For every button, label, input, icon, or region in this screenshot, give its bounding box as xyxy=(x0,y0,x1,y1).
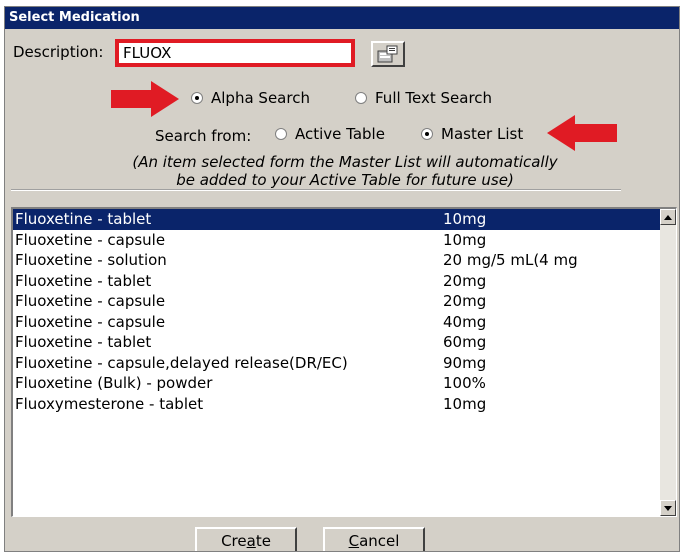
medication-name: Fluoxetine - tablet xyxy=(15,210,152,228)
list-item[interactable]: Fluoxetine - capsule 20mg xyxy=(13,291,660,312)
full-text-search-label: Full Text Search xyxy=(375,89,493,107)
vertical-scrollbar[interactable] xyxy=(660,209,676,516)
select-medication-dialog: Select Medication Description: Alpha Sea… xyxy=(4,6,680,552)
medication-results-list[interactable]: Fluoxetine - tablet 10mg Fluoxetine - cap… xyxy=(11,207,677,517)
full-text-search-radio[interactable]: Full Text Search xyxy=(355,89,492,107)
medication-strength: 20 mg/5 mL(4 mg xyxy=(443,251,578,269)
window-title: Select Medication xyxy=(5,7,679,29)
active-table-radio-circle[interactable] xyxy=(275,128,287,140)
lookup-button[interactable] xyxy=(371,41,405,67)
create-label-post: te xyxy=(255,532,271,550)
alpha-search-label: Alpha Search xyxy=(211,89,310,107)
list-item[interactable]: Fluoxetine - tablet 60mg xyxy=(13,332,660,353)
medication-strength: 10mg xyxy=(443,394,487,413)
master-list-radio[interactable]: Master List xyxy=(421,125,523,143)
list-item[interactable]: Fluoxetine - capsule 10mg xyxy=(13,230,660,251)
medication-strength: 100% xyxy=(443,374,486,392)
separator xyxy=(11,189,621,191)
description-label: Description: xyxy=(13,43,104,61)
list-item[interactable]: Fluoxetine - solution 20 mg/5 mL(4 mg xyxy=(13,250,660,271)
lookup-icon xyxy=(377,45,398,63)
create-button[interactable]: Cre a te xyxy=(195,527,297,551)
medication-name: Fluoxetine - tablet xyxy=(15,333,152,351)
medication-name: Fluoxetine (Bulk) - powder xyxy=(15,374,213,392)
note-line-2: be added to your Active Table for future… xyxy=(176,171,514,189)
list-item[interactable]: Fluoxymesterone - tablet 10mg xyxy=(13,394,660,415)
scroll-up-icon xyxy=(664,214,672,220)
search-from-label: Search from: xyxy=(155,127,252,145)
list-item[interactable]: Fluoxetine - tablet 10mg xyxy=(13,209,660,230)
medication-name: Fluoxetine - capsule xyxy=(15,230,166,249)
cancel-button[interactable]: Cancel xyxy=(323,527,425,551)
create-mnemonic: a xyxy=(246,532,256,550)
description-input[interactable] xyxy=(119,43,351,63)
results-rows: Fluoxetine - tablet 10mg Fluoxetine - cap… xyxy=(13,209,660,516)
active-table-label: Active Table xyxy=(295,125,385,143)
list-item[interactable]: Fluoxetine - tablet 20mg xyxy=(13,271,660,292)
scroll-up-button[interactable] xyxy=(660,209,676,225)
medication-name: Fluoxetine - capsule xyxy=(15,312,166,331)
red-arrow-left-icon xyxy=(547,115,617,151)
medication-strength: 40mg xyxy=(443,312,487,331)
description-highlight xyxy=(115,39,355,67)
medication-strength: 90mg xyxy=(443,353,487,372)
alpha-search-radio-circle[interactable] xyxy=(191,92,203,104)
master-list-note: (An item selected form the Master List w… xyxy=(65,153,625,189)
create-label-pre: Cre xyxy=(221,532,247,550)
alpha-search-radio[interactable]: Alpha Search xyxy=(191,89,310,107)
red-arrow-right-icon xyxy=(111,81,179,117)
scroll-down-icon xyxy=(664,505,672,511)
master-list-label: Master List xyxy=(441,125,524,143)
full-text-search-radio-circle[interactable] xyxy=(355,92,367,104)
medication-name: Fluoxymesterone - tablet xyxy=(15,394,204,413)
scroll-down-button[interactable] xyxy=(660,500,676,516)
medication-strength: 60mg xyxy=(443,333,487,351)
medication-name: Fluoxetine - solution xyxy=(15,251,167,269)
list-item[interactable]: Fluoxetine - capsule 40mg xyxy=(13,312,660,333)
note-line-1: (An item selected form the Master List w… xyxy=(132,153,558,171)
medication-strength: 10mg xyxy=(443,210,487,228)
medication-strength: 20mg xyxy=(443,292,487,310)
active-table-radio[interactable]: Active Table xyxy=(275,125,385,143)
cancel-label-post: ancel xyxy=(359,532,400,550)
master-list-radio-circle[interactable] xyxy=(421,128,433,140)
medication-strength: 10mg xyxy=(443,230,487,249)
medication-name: Fluoxetine - capsule,delayed release(DR/… xyxy=(15,353,348,372)
medication-name: Fluoxetine - tablet xyxy=(15,271,152,290)
medication-name: Fluoxetine - capsule xyxy=(15,292,166,310)
list-item[interactable]: Fluoxetine (Bulk) - powder 100% xyxy=(13,373,660,394)
cancel-mnemonic: C xyxy=(348,532,360,550)
list-item[interactable]: Fluoxetine - capsule,delayed release(DR/… xyxy=(13,353,660,374)
medication-strength: 20mg xyxy=(443,271,487,290)
